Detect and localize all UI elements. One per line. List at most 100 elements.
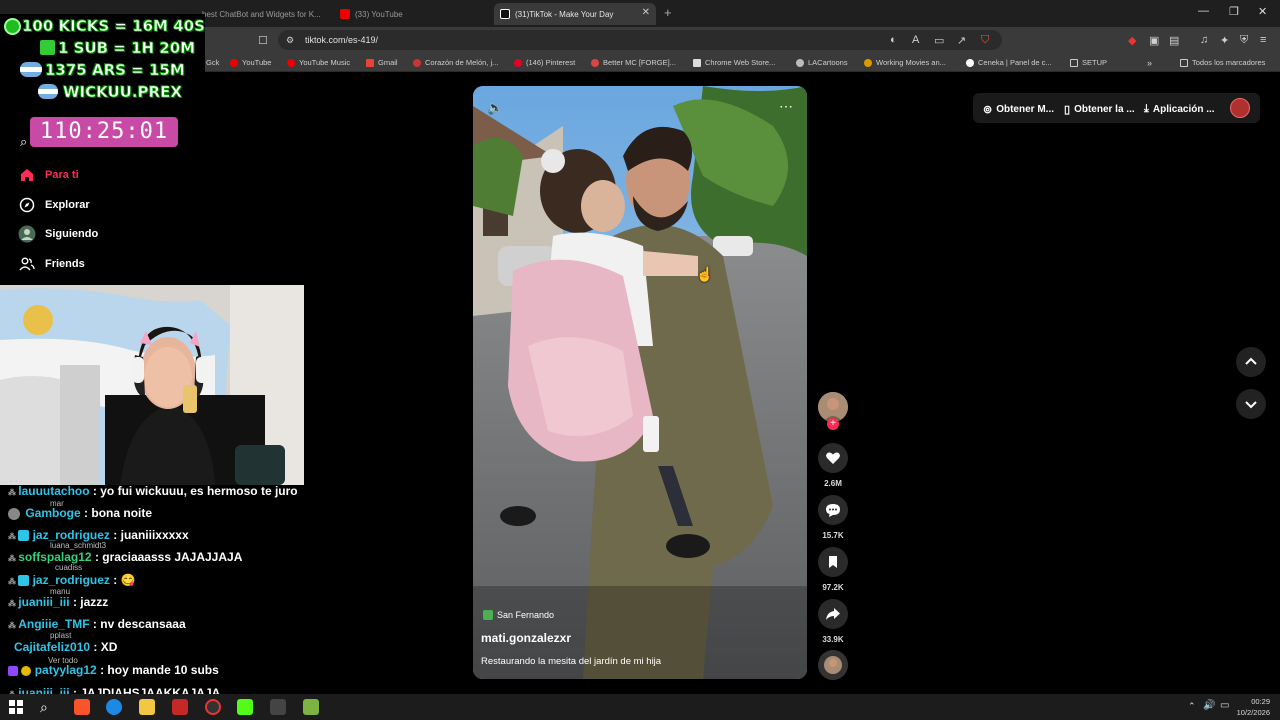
goal-kicks: 100 KICKS = 16M 40S xyxy=(22,17,205,36)
search-icon[interactable]: ⌕ xyxy=(40,699,56,715)
volume-icon[interactable]: 🔈 xyxy=(487,100,503,116)
chat-ghost-text: luana_schmidt3 xyxy=(50,541,107,550)
chat-username[interactable]: jaz_rodriguez xyxy=(33,528,110,542)
system-clock[interactable]: 00:29 10/2/2026 xyxy=(1237,696,1270,718)
minecraft-icon[interactable] xyxy=(303,699,319,715)
nav-following[interactable]: Siguiendo xyxy=(18,225,98,243)
brave-icon[interactable] xyxy=(74,699,90,715)
search-icon[interactable]: ⌕ xyxy=(20,134,27,150)
more-options-icon[interactable]: ⋯ xyxy=(779,98,793,115)
music-icon[interactable]: ♫ xyxy=(1200,34,1208,46)
nav-friends[interactable]: Friends xyxy=(18,255,85,273)
obs-icon[interactable] xyxy=(205,699,221,715)
profile-avatar[interactable] xyxy=(1230,98,1250,118)
tab-chatbot[interactable]: best ChatBot and Widgets for K... xyxy=(196,3,326,25)
save-button[interactable]: 97.2K xyxy=(818,547,848,592)
desktop-app-button[interactable]: ⤓ Aplicación ... xyxy=(1144,96,1215,122)
like-button[interactable]: 2.6M xyxy=(818,443,848,488)
share-button[interactable]: 33.9K xyxy=(818,599,848,644)
chat-username[interactable]: patyylag12 xyxy=(35,663,97,677)
get-coins-button[interactable]: ⊚ Obtener M... xyxy=(983,96,1054,122)
bullet-icon: ⁂ xyxy=(8,599,19,608)
creator-avatar-button[interactable]: + xyxy=(818,392,848,430)
avatar xyxy=(8,507,20,520)
get-app-button[interactable]: ▯ Obtener la ... xyxy=(1064,96,1135,122)
bookmark-item[interactable]: Better MC [FORGE]... xyxy=(591,58,676,67)
network-icon[interactable]: ▭ xyxy=(1220,700,1229,711)
goal-subs: 1 SUB = 1H 20M xyxy=(58,39,196,58)
bullet-icon: ⁂ xyxy=(8,488,19,497)
share-icon[interactable]: ↗ xyxy=(957,34,966,47)
extension-icon[interactable]: ✦ xyxy=(1220,34,1229,47)
nav-explore[interactable]: Explorar xyxy=(18,196,90,214)
cast-icon[interactable]: ▭ xyxy=(934,34,944,47)
save-count: 97.2K xyxy=(822,583,844,592)
tab-tiktok[interactable]: (31)TikTok - Make Your Day ✕ xyxy=(494,3,656,25)
brave-shield-icon[interactable]: ⛉ xyxy=(981,34,989,47)
tab-youtube[interactable]: (33) YouTube xyxy=(334,3,484,25)
chat-username[interactable]: Gamboge xyxy=(25,506,80,520)
chat-text: : bona noite xyxy=(84,506,153,520)
close-tab-icon[interactable]: ✕ xyxy=(642,7,650,18)
location-tag[interactable]: San Fernando xyxy=(483,610,554,620)
bookmark-item[interactable]: Gck xyxy=(206,58,219,67)
file-explorer-icon[interactable] xyxy=(139,699,155,715)
chat-username[interactable]: Angiiie_TMF xyxy=(18,617,89,631)
volume-icon[interactable]: 🔊 xyxy=(1203,700,1215,711)
badge-icon xyxy=(21,665,32,676)
wallet-icon[interactable]: ⛨ xyxy=(1240,34,1248,47)
extension-icon[interactable]: ▤ xyxy=(1169,34,1179,47)
reader-icon[interactable]: ◐ xyxy=(890,34,897,46)
bookmark-item[interactable]: Corazón de Melón, j... xyxy=(413,58,498,67)
app-icon[interactable] xyxy=(270,699,286,715)
tab-label: (33) YouTube xyxy=(355,9,403,19)
site-info-icon[interactable]: ⚙ xyxy=(286,35,294,46)
restore-button[interactable]: ❐ xyxy=(1229,5,1239,18)
chat-username[interactable]: lauuutachoo xyxy=(18,484,89,498)
chat-username[interactable]: jaz_rodriguez xyxy=(33,573,110,587)
kick-icon[interactable] xyxy=(237,699,253,715)
new-tab-button[interactable]: + xyxy=(664,5,672,20)
tf-icon[interactable] xyxy=(172,699,188,715)
youtube-music-icon xyxy=(287,58,295,67)
bookmark-folder[interactable]: SETUP xyxy=(1070,58,1107,67)
comment-count: 15.7K xyxy=(822,531,844,540)
bookmark-item[interactable]: (146) Pinterest xyxy=(514,58,575,67)
bookmark-item[interactable]: YouTube Music xyxy=(287,58,350,67)
comment-icon xyxy=(818,495,848,525)
bookmark-item[interactable]: LACartoons xyxy=(796,58,848,67)
chat-username[interactable]: juaniii_iii xyxy=(18,595,69,609)
extension-icon[interactable]: ▣ xyxy=(1149,34,1159,47)
music-disc-button[interactable] xyxy=(818,650,848,680)
bookmark-item[interactable]: Gmail xyxy=(366,58,398,67)
more-bookmarks-icon[interactable]: » xyxy=(1147,58,1152,68)
translate-icon[interactable]: A xyxy=(912,34,919,46)
follow-plus-icon[interactable]: + xyxy=(827,418,839,430)
video-player[interactable]: 🔈 ⋯ San Fernando mati.gonzalezxr Restaur… xyxy=(473,86,807,679)
chat-message: ⁂ jaz_rodriguez : 😋 xyxy=(8,573,136,587)
bookmark-item[interactable]: Ceneka | Panel de c... xyxy=(966,58,1052,67)
url-text[interactable]: tiktok.com/es-419/ xyxy=(305,35,378,45)
chat-username[interactable]: soffspalag12 xyxy=(18,550,91,564)
windows-start-icon[interactable] xyxy=(8,699,24,715)
close-window-button[interactable]: ✕ xyxy=(1258,5,1267,18)
chat-username[interactable]: Cajitafeliz010 xyxy=(14,640,90,654)
tab-label: best ChatBot and Widgets for K... xyxy=(202,9,321,19)
extension-icon[interactable]: ◆ xyxy=(1128,34,1136,47)
comment-button[interactable]: 15.7K xyxy=(818,495,848,540)
badge-icon xyxy=(8,665,18,676)
menu-icon[interactable]: ≡ xyxy=(1260,34,1266,46)
bookmark-item[interactable]: Chrome Web Store... xyxy=(693,58,775,67)
next-video-button[interactable] xyxy=(1236,389,1266,419)
tray-chevron-icon[interactable]: ⌃ xyxy=(1188,701,1196,712)
previous-video-button[interactable] xyxy=(1236,347,1266,377)
bookmark-item[interactable]: Working Movies an... xyxy=(864,58,946,67)
bookmark-item[interactable]: YouTube xyxy=(230,58,271,67)
minimize-button[interactable]: — xyxy=(1198,5,1209,17)
chat-message: Gamboge : bona noite xyxy=(8,506,152,520)
video-author[interactable]: mati.gonzalezxr xyxy=(481,631,571,645)
all-bookmarks-folder[interactable]: Todos los marcadores xyxy=(1180,58,1265,67)
nav-for-you[interactable]: Para ti xyxy=(18,166,79,184)
bookmark-icon[interactable]: ☐ xyxy=(258,34,268,47)
edge-icon[interactable] xyxy=(106,699,122,715)
